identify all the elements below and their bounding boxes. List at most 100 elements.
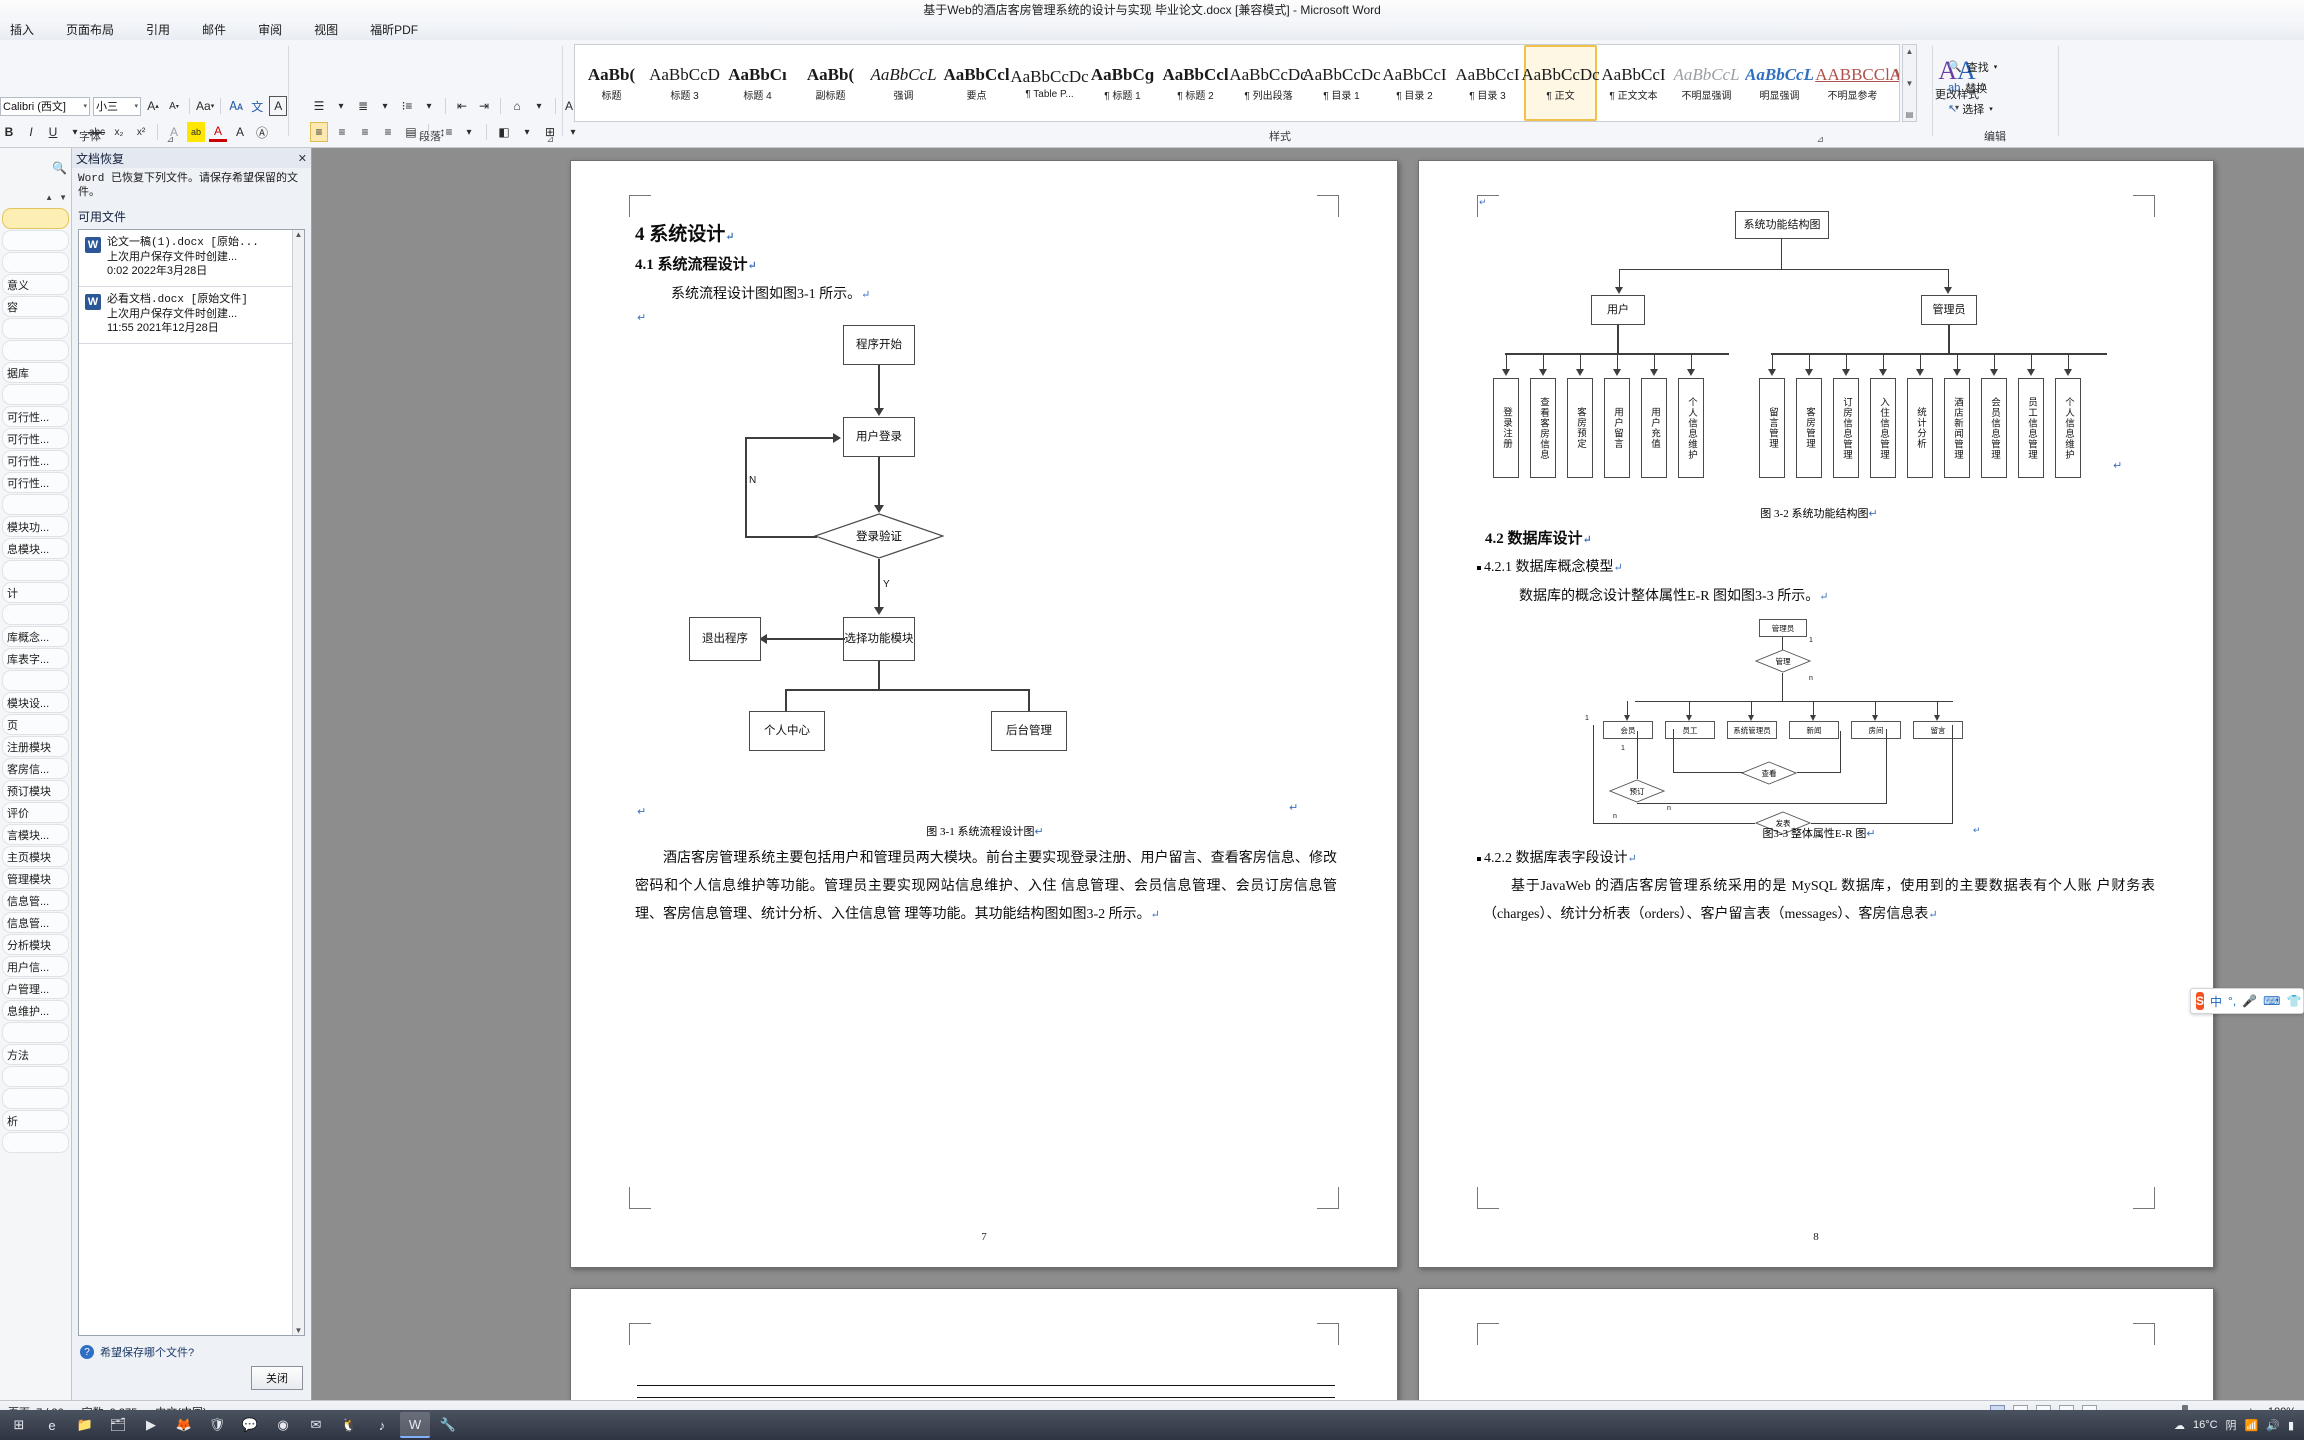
nav-item-30[interactable]: 管理模块 — [2, 868, 69, 889]
nav-item-40[interactable] — [2, 1088, 69, 1109]
document-page-10-partial[interactable] — [1418, 1288, 2214, 1400]
navigation-heading-list[interactable]: 意义容 据库 可行性... 可行性... 可行性... 可行性... 模块功... 息模… — [0, 206, 71, 1153]
nav-item-23[interactable]: 页 — [2, 714, 69, 735]
style-item-17[interactable]: AABBCCl 不明显参考 — [1815, 45, 1890, 121]
nav-item-2[interactable] — [2, 252, 69, 273]
ime-toolbar[interactable]: S 中 °, 🎤 ⌨ 👕 — [2190, 988, 2304, 1014]
taskbar-tool-icon[interactable]: 🔧 — [433, 1412, 463, 1438]
editing-dropdown-icon[interactable]: ▾ — [1989, 105, 1993, 113]
nav-item-1[interactable] — [2, 230, 69, 251]
nav-item-4[interactable]: 容 — [2, 296, 69, 317]
grow-font-icon[interactable]: A ▴ — [144, 96, 162, 116]
search-icon[interactable]: 🔍 — [52, 161, 67, 175]
clear-formatting-icon[interactable]: 🗛 — [227, 96, 245, 116]
editing-dropdown-icon[interactable]: ▾ — [1994, 63, 1998, 71]
asian-layout-icon[interactable]: ⌂ — [508, 96, 526, 116]
nav-item-0[interactable] — [2, 208, 69, 229]
phonetic-guide-icon[interactable]: 文 — [248, 96, 266, 116]
recovery-close-button[interactable]: 关闭 — [251, 1366, 303, 1390]
style-item-1[interactable]: AaBbCcD 标题 3 — [648, 45, 721, 121]
ribbon-tab-2[interactable]: 引用 — [130, 19, 186, 40]
taskbar-firefox-icon[interactable]: 🦊 — [169, 1412, 199, 1438]
recovery-file-1[interactable]: W 必看文档.docx [原始文件] 上次用户保存文件时创建... 11:55 202… — [79, 287, 304, 344]
navigation-prev-next[interactable]: ▲ ▼ — [0, 188, 71, 206]
sogou-logo-icon[interactable]: S — [2196, 992, 2205, 1010]
taskbar-shield-icon[interactable]: 🛡 — [202, 1412, 232, 1438]
nav-item-28[interactable]: 言模块... — [2, 824, 69, 845]
recovery-file-0[interactable]: W 论文一稿(1).docx [原始... 上次用户保存文件时创建... 0:02 2… — [79, 230, 304, 287]
punctuation-icon[interactable]: °, — [2228, 994, 2236, 1008]
recovery-scroll-up-icon[interactable]: ▲ — [295, 230, 303, 239]
ribbon-tab-3[interactable]: 邮件 — [186, 19, 242, 40]
style-item-13[interactable]: AaBbCcDc ¶ 正文 — [1521, 45, 1600, 121]
ribbon-tab-4[interactable]: 审阅 — [242, 19, 298, 40]
nav-item-6[interactable] — [2, 340, 69, 361]
font-color-icon[interactable]: A — [209, 122, 227, 142]
style-item-0[interactable]: AaBb(标题 — [575, 45, 648, 121]
nav-item-14[interactable]: 模块功... — [2, 516, 69, 537]
nav-item-29[interactable]: 主页模块 — [2, 846, 69, 867]
nav-item-19[interactable]: 库概念... — [2, 626, 69, 647]
nav-item-3[interactable]: 意义 — [2, 274, 69, 295]
style-item-8[interactable]: AaBbCcl ¶ 标题 2 — [1159, 45, 1232, 121]
taskbar-chat-icon[interactable]: 💬 — [235, 1412, 265, 1438]
navigation-pane[interactable]: 🔍 ▲ ▼ 意义容 据库 可行性... 可行性... 可行性... 可行性... 模块… — [0, 148, 72, 1400]
bullets-icon[interactable]: ☰ — [310, 96, 328, 116]
nav-item-12[interactable]: 可行性... — [2, 472, 69, 493]
nav-item-36[interactable]: 息维护... — [2, 1000, 69, 1021]
editing-item-2[interactable]: ↖ 选择 ▾ — [1948, 98, 1997, 119]
skin-icon[interactable]: 👕 — [2286, 994, 2301, 1008]
numbering-icon[interactable]: ≣ — [354, 96, 372, 116]
nav-item-33[interactable]: 分析模块 — [2, 934, 69, 955]
document-canvas[interactable]: 4 系统设计↵ 4.1 系统流程设计↵ 系统流程设计图如图3-1 所示。↵ ↵ … — [312, 148, 2304, 1400]
font-dialog-launcher[interactable]: ⊿ — [166, 134, 174, 145]
recovery-scrollbar[interactable]: ▲ ▼ — [292, 230, 304, 1335]
taskbar-folder-icon[interactable]: 📁 — [70, 1412, 100, 1438]
style-item-2[interactable]: AaBbCı 标题 4 — [721, 45, 794, 121]
nav-item-32[interactable]: 信息管... — [2, 912, 69, 933]
ime-mode-label[interactable]: 中 — [2210, 993, 2222, 1010]
font-name-combo[interactable]: Calibri (西文] ▾ — [0, 96, 90, 116]
style-gallery[interactable]: AaBb(标题 AaBbCcD 标题 3 AaBbCı 标题 4 AaBb(副标题 AaBb… — [574, 44, 1900, 122]
keyboard-icon[interactable]: ⌨ — [2263, 994, 2280, 1008]
asian-layout-dropdown-icon[interactable]: ▾ — [530, 96, 548, 116]
taskbar-edge-icon[interactable]: e — [37, 1412, 67, 1438]
style-item-18[interactable]: AABBCC明显参考 — [1889, 45, 1899, 121]
nav-item-34[interactable]: 用户信... — [2, 956, 69, 977]
style-item-16[interactable]: AaBbCcL 明显强调 — [1743, 45, 1816, 121]
nav-item-35[interactable]: 户管理... — [2, 978, 69, 999]
navigation-search-row[interactable]: 🔍 — [0, 148, 71, 188]
nav-item-13[interactable] — [2, 494, 69, 515]
ribbon-tab-5[interactable]: 视图 — [298, 19, 354, 40]
nav-item-22[interactable]: 模块设... — [2, 692, 69, 713]
nav-item-15[interactable]: 息模块... — [2, 538, 69, 559]
ribbon-tab-1[interactable]: 页面布局 — [50, 19, 130, 40]
nav-item-8[interactable] — [2, 384, 69, 405]
taskbar-qq-icon[interactable]: 🐧 — [334, 1412, 364, 1438]
document-page-7[interactable]: 4 系统设计↵ 4.1 系统流程设计↵ 系统流程设计图如图3-1 所示。↵ ↵ … — [570, 160, 1398, 1268]
nav-item-9[interactable]: 可行性... — [2, 406, 69, 427]
font-size-combo[interactable]: 小三 ▾ — [93, 96, 141, 116]
style-item-14[interactable]: AaBbCcI ¶ 正文文本 — [1597, 45, 1670, 121]
nav-item-5[interactable] — [2, 318, 69, 339]
ribbon-tab-6[interactable]: 福昕PDF — [354, 19, 434, 40]
nav-item-24[interactable]: 注册模块 — [2, 736, 69, 757]
nav-item-42[interactable] — [2, 1132, 69, 1153]
tray-show-desktop[interactable]: ▮ — [2288, 1419, 2294, 1432]
nav-item-25[interactable]: 客房信... — [2, 758, 69, 779]
tray-volume-icon[interactable]: 🔊 — [2266, 1419, 2280, 1432]
character-border-icon[interactable]: A — [269, 96, 288, 116]
nav-item-39[interactable] — [2, 1066, 69, 1087]
nav-item-17[interactable]: 计 — [2, 582, 69, 603]
style-item-11[interactable]: AaBbCcI ¶ 目录 2 — [1378, 45, 1451, 121]
style-item-12[interactable]: AaBbCcI ¶ 目录 3 — [1451, 45, 1524, 121]
style-item-4[interactable]: AaBbCcL 强调 — [867, 45, 940, 121]
gallery-more-icon[interactable]: ▤ — [1906, 109, 1914, 120]
editing-item-0[interactable]: 🔍 查找 ▾ — [1948, 56, 1997, 77]
nav-item-37[interactable] — [2, 1022, 69, 1043]
styles-dialog-launcher[interactable]: ⊿ — [1816, 134, 1824, 145]
next-icon[interactable]: ▼ — [59, 193, 67, 202]
taskbar-start-icon[interactable]: ⊞ — [4, 1412, 34, 1438]
highlight-icon[interactable]: ab — [187, 122, 205, 142]
taskbar-chrome-icon[interactable]: ◉ — [268, 1412, 298, 1438]
